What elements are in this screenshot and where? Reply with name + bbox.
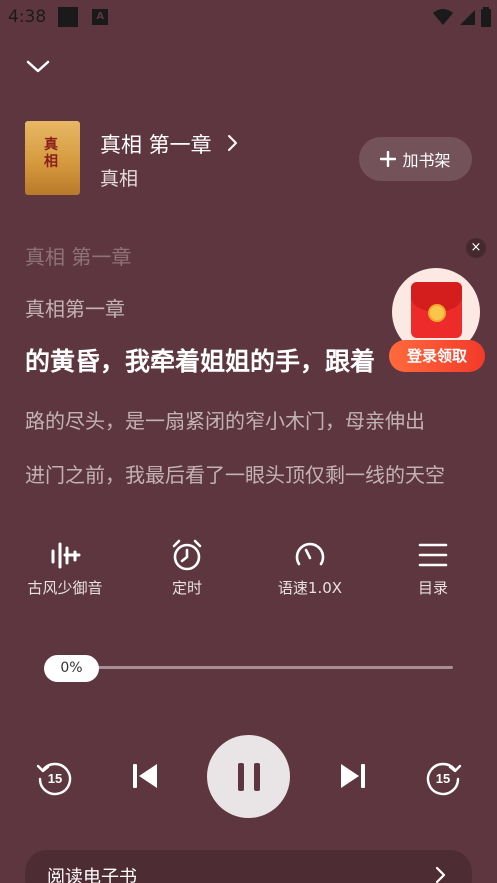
speed-label: 语速1.0X: [277, 579, 343, 597]
signal-icon: [460, 10, 475, 25]
voice-select-label: 古风少御音: [27, 579, 103, 597]
voice-select-button[interactable]: 古风少御音: [10, 537, 120, 598]
add-to-shelf-button[interactable]: 加书架: [359, 137, 472, 181]
wifi-icon: [433, 9, 453, 25]
speed-button[interactable]: 语速1.0X: [255, 537, 365, 598]
status-time: 4:38: [8, 7, 47, 27]
progress-track[interactable]: [72, 666, 453, 669]
chevron-right-icon: [435, 866, 446, 883]
app-notification-icon: A: [92, 9, 109, 25]
speedometer-icon: [295, 542, 325, 566]
forward-15-icon: 15: [426, 762, 462, 796]
chevron-right-icon[interactable]: [226, 134, 238, 156]
skip-next-icon: [341, 764, 365, 788]
book-title[interactable]: 真相 第一章: [100, 129, 212, 159]
table-of-contents-button[interactable]: 目录: [378, 537, 488, 598]
collapse-button[interactable]: [24, 54, 52, 78]
promo-login-claim-button[interactable]: 登录领取: [389, 340, 485, 372]
red-envelope-icon: [411, 282, 462, 338]
text-line: 路的尽头，是一扇紧闭的窄小木门，母亲伸出: [25, 409, 425, 433]
timer-button[interactable]: 定时: [132, 537, 242, 598]
book-cover-title: 真相: [44, 137, 58, 170]
chapter-heading-faded: 真相 第一章: [25, 245, 132, 269]
status-bar: 4:38 A: [0, 0, 497, 34]
forward-15-button[interactable]: 15: [425, 758, 463, 796]
rewind-seconds: 15: [48, 771, 62, 786]
menu-list-icon: [418, 543, 448, 567]
status-icons: [433, 7, 491, 27]
chevron-down-icon: [26, 60, 50, 73]
promo-close-button[interactable]: ×: [466, 238, 486, 258]
skip-previous-icon: [133, 764, 157, 788]
play-pause-button[interactable]: [207, 735, 290, 818]
read-ebook-label: 阅读电子书: [47, 867, 137, 883]
notification-icon: [58, 7, 79, 27]
table-of-contents-label: 目录: [417, 579, 448, 597]
voice-equalizer-icon: [51, 542, 81, 569]
timer-label: 定时: [171, 579, 202, 597]
rewind-15-button[interactable]: 15: [35, 758, 73, 796]
rewind-15-icon: 15: [36, 762, 72, 796]
book-cover[interactable]: 真相: [25, 121, 80, 195]
add-to-shelf-label: 加书架: [402, 151, 451, 170]
plus-icon: [380, 151, 397, 167]
previous-chapter-button[interactable]: [130, 760, 160, 792]
battery-icon: [481, 7, 491, 27]
alarm-clock-icon: [172, 539, 202, 571]
progress-handle[interactable]: 0%: [44, 655, 99, 682]
text-line: 进门之前，我最后看了一眼头顶仅剩一线的天空: [25, 463, 445, 487]
pause-icon: [237, 762, 260, 791]
read-ebook-button[interactable]: 阅读电子书: [25, 850, 472, 883]
forward-seconds: 15: [436, 771, 450, 786]
book-author: 真相: [100, 168, 139, 190]
next-chapter-button[interactable]: [338, 760, 368, 792]
